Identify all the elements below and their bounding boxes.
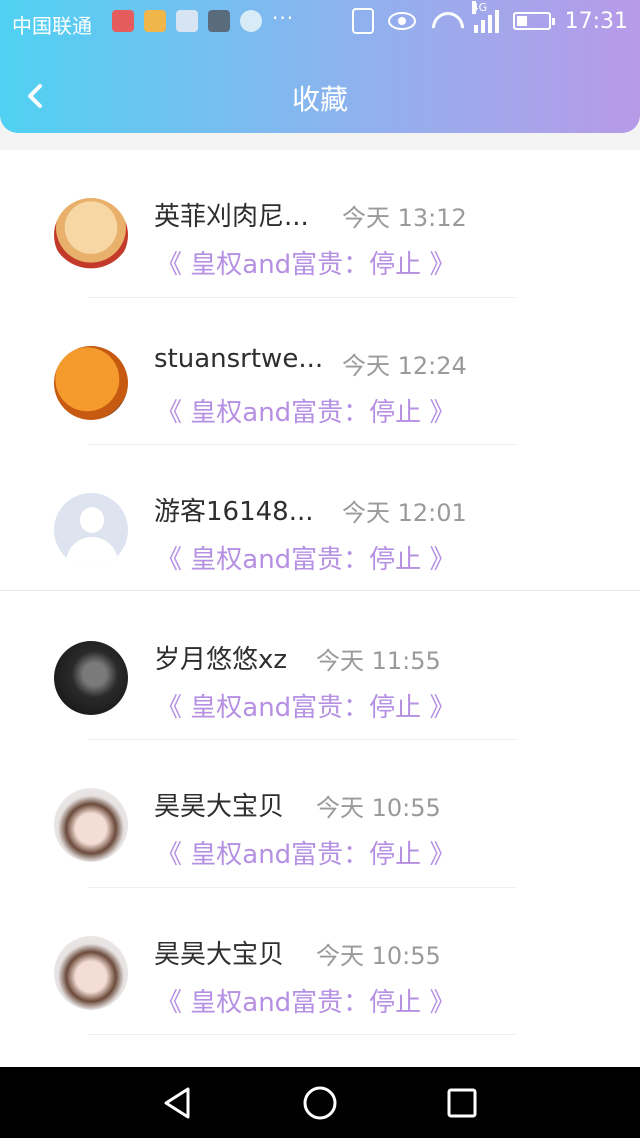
header: 中国联通 ··· 4G 17:31 收藏	[0, 0, 640, 133]
default-user-icon	[80, 507, 104, 533]
song-link[interactable]: 《 皇权and富贵：停止 》	[156, 244, 455, 281]
list-item[interactable]: 岁月悠悠xz 今天 11:55 《 皇权and富贵：停止 》	[0, 593, 640, 740]
timestamp: 今天 12:24	[342, 351, 467, 380]
avatar[interactable]	[54, 788, 128, 862]
photo-notification-icon	[208, 10, 230, 32]
user-name: stuansrtwe...	[154, 343, 324, 374]
avatar[interactable]	[54, 198, 128, 272]
list-item[interactable]: 昊昊大宝贝 今天 10:55 《 皇权and富贵：停止 》	[0, 740, 640, 888]
network-type-label: 4G	[471, 1, 488, 14]
timestamp: 今天 10:55	[316, 941, 441, 970]
favorites-list: 英菲刈肉尼... 今天 13:12 《 皇权and富贵：停止 》 stuansr…	[0, 150, 640, 1067]
song-link[interactable]: 《 皇权and富贵：停止 》	[156, 687, 455, 724]
list-item[interactable]: 昊昊大宝贝 今天 10:55 《 皇权and富贵：停止 》	[0, 888, 640, 1035]
clock: 17:31	[564, 8, 628, 34]
nav-recents-button[interactable]	[444, 1085, 480, 1121]
section-divider	[0, 590, 640, 591]
eye-comfort-icon	[387, 12, 416, 30]
square-recents-icon	[447, 1088, 477, 1118]
mail-notification-icon	[112, 10, 134, 32]
list-item[interactable]: 游客16148... 今天 12:01 《 皇权and富贵：停止 》	[0, 445, 640, 593]
user-name: 岁月悠悠xz	[154, 644, 288, 675]
wifi-icon	[430, 10, 460, 32]
user-name: 游客16148...	[154, 497, 314, 527]
song-link[interactable]: 《 皇权and富贵：停止 》	[156, 834, 455, 871]
carrier-label: 中国联通	[12, 14, 92, 38]
timestamp: 今天 10:55	[316, 794, 441, 822]
list-item[interactable]: 英菲刈肉尼... 今天 13:12 《 皇权and富贵：停止 》	[0, 150, 640, 298]
user-name: 昊昊大宝贝	[154, 792, 285, 822]
avatar[interactable]	[54, 935, 128, 1010]
system-nav-bar	[0, 1067, 640, 1138]
song-link[interactable]: 《 皇权and富贵：停止 》	[156, 982, 455, 1019]
system-icons: 4G 17:31	[351, 1, 628, 34]
nav-home-button[interactable]	[302, 1085, 338, 1121]
song-link[interactable]: 《 皇权and富贵：停止 》	[156, 392, 455, 429]
timestamp: 今天 13:12	[342, 204, 467, 232]
avatar[interactable]	[54, 640, 128, 715]
triangle-back-icon	[164, 1087, 190, 1119]
more-notifications-icon: ···	[272, 6, 295, 30]
song-link[interactable]: 《 皇权and富贵：停止 》	[156, 539, 455, 576]
status-bar: 中国联通 ··· 4G 17:31	[0, 0, 640, 46]
avatar[interactable]	[54, 493, 128, 567]
divider	[88, 1034, 516, 1035]
user-name: 昊昊大宝贝	[154, 939, 285, 970]
circle-home-icon	[303, 1086, 337, 1120]
timestamp: 今天 11:55	[316, 646, 441, 675]
vibrate-icon	[351, 8, 374, 34]
signal-icon: 4G	[471, 1, 499, 33]
list-item[interactable]: stuansrtwe... 今天 12:24 《 皇权and富贵：停止 》	[0, 298, 640, 445]
app-notification-icon	[144, 10, 166, 32]
nav-back-button[interactable]	[160, 1085, 196, 1121]
avatar[interactable]	[54, 345, 128, 420]
browser-notification-icon	[240, 10, 262, 32]
notification-icons	[112, 10, 262, 32]
cloud-notification-icon	[176, 10, 198, 32]
battery-icon	[512, 12, 555, 30]
timestamp: 今天 12:01	[342, 499, 467, 527]
page-title: 收藏	[291, 83, 348, 116]
user-name: 英菲刈肉尼...	[154, 202, 309, 232]
